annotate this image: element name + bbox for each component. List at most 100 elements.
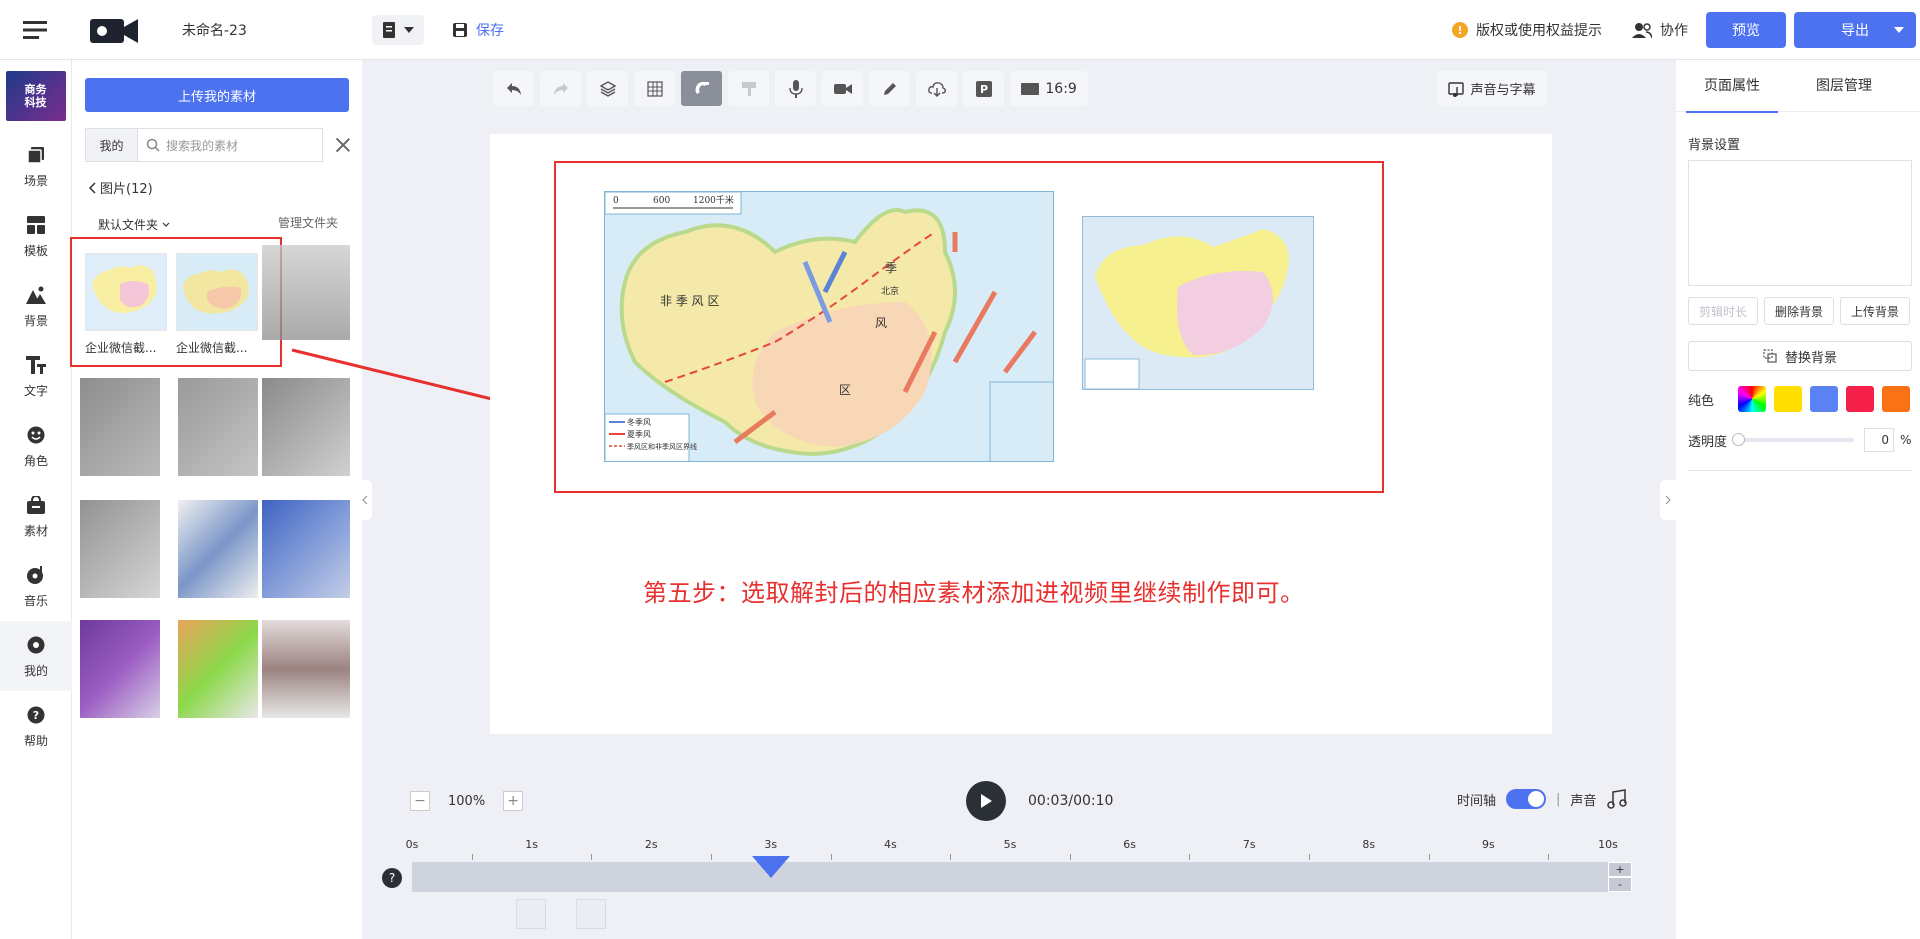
search-input[interactable]: 搜索我的素材 xyxy=(137,128,323,162)
sidebar-item-material[interactable]: 素材 xyxy=(0,481,72,551)
tab-layers[interactable]: 图层管理 xyxy=(1788,60,1900,112)
panel-collapse-button[interactable] xyxy=(358,480,372,520)
color-swatch-blue[interactable] xyxy=(1810,386,1838,412)
sidebar-item-template[interactable]: 模板 xyxy=(0,201,72,271)
sidebar-label: 素材 xyxy=(23,523,48,538)
track-shrink-button[interactable]: - xyxy=(1608,877,1632,892)
opacity-slider-knob[interactable] xyxy=(1732,433,1745,446)
sidebar-item-music[interactable]: 音乐 xyxy=(0,551,72,621)
collaborate-button[interactable]: 协作 xyxy=(1632,20,1688,40)
undo-icon xyxy=(506,82,521,95)
music-note-icon[interactable] xyxy=(1606,789,1628,809)
opacity-slider[interactable] xyxy=(1732,433,1854,446)
timeline-clip-thumbnail[interactable] xyxy=(576,899,606,929)
music-icon xyxy=(25,564,47,586)
map-char-qu: 区 xyxy=(839,383,851,397)
sound-label[interactable]: 声音 xyxy=(1570,790,1596,809)
timeline-ruler: 0s 1s 2s 3s 4s 5s 6s 7s 8s 9s 10s xyxy=(406,838,1618,862)
folder-select[interactable]: 默认文件夹 xyxy=(98,216,170,233)
left-sidebar: 商务 科技 场景 模板 背景 文字 角色 素材 音乐 我的 ? 帮助 xyxy=(0,60,72,939)
aspect-ratio-button[interactable]: 16:9 xyxy=(1010,71,1088,106)
blurred-thumbnail[interactable] xyxy=(80,500,160,598)
timeline-tick-label: 8s xyxy=(1362,838,1376,851)
undo-button[interactable] xyxy=(493,71,534,106)
magnet-button[interactable] xyxy=(681,71,722,106)
blurred-thumbnail[interactable] xyxy=(178,500,258,598)
sidebar-item-text[interactable]: 文字 xyxy=(0,341,72,411)
blurred-thumbnail[interactable] xyxy=(80,620,160,718)
opacity-input[interactable]: 0 xyxy=(1864,428,1894,452)
sidebar-item-mine[interactable]: 我的 xyxy=(0,621,72,691)
blurred-thumbnail[interactable] xyxy=(262,500,350,598)
blurred-thumbnail[interactable] xyxy=(262,245,350,340)
cloud-button[interactable] xyxy=(916,71,957,106)
parking-button[interactable]: P xyxy=(963,71,1004,106)
sidebar-item-scene[interactable]: 场景 xyxy=(0,131,72,201)
right-panel-collapse-button[interactable] xyxy=(1660,480,1676,520)
subtitle-icon xyxy=(1448,81,1465,97)
blurred-thumbnail[interactable] xyxy=(178,620,258,718)
divider xyxy=(1688,470,1912,471)
record-video-button[interactable] xyxy=(822,71,863,106)
instruction-text[interactable]: 第五步：选取解封后的相应素材添加进视频里继续制作即可。 xyxy=(643,573,1305,608)
draw-button[interactable] xyxy=(869,71,910,106)
record-voice-button[interactable] xyxy=(775,71,816,106)
blurred-thumbnail[interactable] xyxy=(262,620,350,718)
tab-page-properties[interactable]: 页面属性 xyxy=(1676,60,1788,113)
map-scale-0: 0 xyxy=(613,196,619,206)
delete-background-button[interactable]: 删除背景 xyxy=(1764,297,1834,325)
blurred-thumbnail[interactable] xyxy=(178,378,258,476)
save-button[interactable]: 保存 xyxy=(452,20,504,40)
template-icon xyxy=(25,214,47,236)
breadcrumb[interactable]: 图片(12) xyxy=(88,178,153,197)
document-menu[interactable] xyxy=(372,14,424,45)
playhead[interactable] xyxy=(752,856,790,878)
timeline-toggle[interactable] xyxy=(1506,789,1547,809)
upload-background-button[interactable]: 上传背景 xyxy=(1840,297,1910,325)
play-button[interactable] xyxy=(966,781,1006,821)
copyright-notice[interactable]: ! 版权或使用权益提示 xyxy=(1452,20,1602,40)
chevron-left-icon xyxy=(88,181,96,194)
close-icon[interactable] xyxy=(335,137,351,153)
zoom-out-button[interactable]: − xyxy=(410,791,430,811)
timeline-track[interactable] xyxy=(412,862,1608,892)
timeline-tick-label: 4s xyxy=(884,838,897,851)
timeline-clip-thumbnail[interactable] xyxy=(516,899,546,929)
color-picker-swatch[interactable] xyxy=(1738,386,1766,412)
export-button[interactable]: 导出 xyxy=(1794,12,1916,48)
menu-button[interactable] xyxy=(0,0,70,60)
background-preview[interactable] xyxy=(1688,160,1912,286)
sidebar-item-background[interactable]: 背景 xyxy=(0,271,72,341)
blurred-thumbnail[interactable] xyxy=(80,378,160,476)
china-map-image[interactable] xyxy=(1082,216,1314,390)
timeline-help-icon[interactable]: ? xyxy=(382,868,402,888)
layers-button[interactable] xyxy=(587,71,628,106)
replace-background-button[interactable]: 替换背景 xyxy=(1688,341,1912,371)
monsoon-map-image[interactable]: 0 600 1200千米 非 季 风 区 季 风 区 北京 冬季风 夏季风 季风… xyxy=(604,191,1054,462)
upload-material-button[interactable]: 上传我的素材 xyxy=(85,78,349,112)
chevron-down-icon xyxy=(404,26,414,33)
search-placeholder: 搜索我的素材 xyxy=(166,138,239,153)
sidebar-item-character[interactable]: 角色 xyxy=(0,411,72,481)
trim-duration-button[interactable]: 剪辑时长 xyxy=(1688,297,1758,325)
voice-subtitle-button[interactable]: 声音与字幕 xyxy=(1437,71,1547,106)
zoom-in-button[interactable]: + xyxy=(503,791,524,811)
color-swatch-orange[interactable] xyxy=(1882,386,1910,412)
map-region-label: 非 季 风 区 xyxy=(660,294,719,308)
grid-button[interactable] xyxy=(634,71,675,106)
search-scope[interactable]: 我的 xyxy=(85,128,137,162)
app-logo[interactable] xyxy=(84,0,144,60)
track-expand-button[interactable]: + xyxy=(1608,862,1632,877)
color-swatch-red[interactable] xyxy=(1846,386,1874,412)
subtitle-label: 声音与字幕 xyxy=(1470,83,1536,98)
project-name[interactable]: 未命名-23 xyxy=(182,20,372,40)
manage-folder-button[interactable]: 管理文件夹 xyxy=(278,214,338,231)
redo-button[interactable] xyxy=(540,71,581,106)
format-brush-button[interactable] xyxy=(728,71,769,106)
preview-button[interactable]: 预览 xyxy=(1706,12,1786,48)
brand-avatar[interactable]: 商务 科技 xyxy=(5,71,66,121)
top-bar: 未命名-23 保存 ! 版权或使用权益提示 协作 预览 导出 xyxy=(0,0,1920,60)
color-swatch-yellow[interactable] xyxy=(1774,386,1802,412)
timeline-tick-label: 7s xyxy=(1242,838,1256,851)
sidebar-item-help[interactable]: ? 帮助 xyxy=(0,691,72,761)
